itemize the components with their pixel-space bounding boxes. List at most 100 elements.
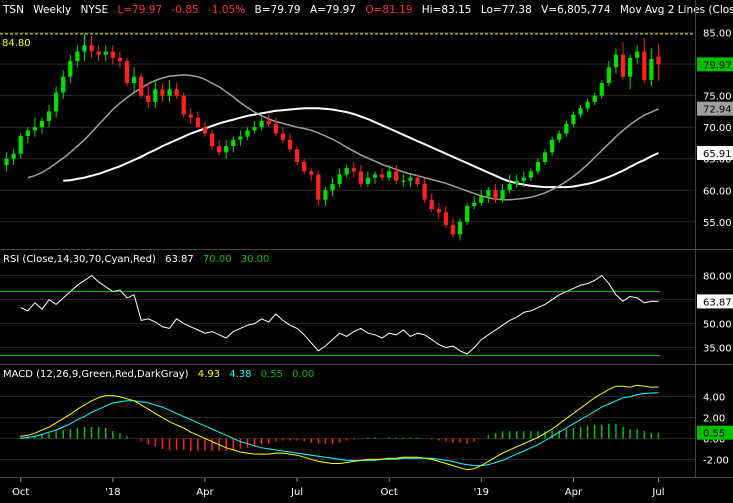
- rsi-tick-label: 50.00: [703, 320, 732, 331]
- x-tick-label: Oct: [12, 487, 29, 498]
- candle-body: [351, 168, 356, 172]
- candle-body: [167, 89, 172, 96]
- ma-40-tag: 65.91: [703, 149, 732, 160]
- candle-body: [124, 60, 130, 84]
- stock-chart: TSN Weekly NYSE L=79.97 -0.85 -1.05% B=7…: [0, 0, 733, 499]
- candle-body: [408, 177, 413, 181]
- candle-body: [387, 171, 392, 178]
- candle-body: [422, 183, 427, 200]
- price-tick-label: 60.00: [703, 186, 732, 197]
- candle-body: [89, 45, 94, 52]
- candle-body: [39, 120, 45, 128]
- candle-body: [415, 177, 420, 184]
- candle-body: [181, 95, 186, 115]
- x-tick-label: '19: [474, 487, 489, 498]
- candle-body: [82, 45, 87, 52]
- candle: [139, 73, 144, 99]
- rsi-oversold: 30.00: [241, 254, 270, 265]
- candle-body: [96, 51, 101, 55]
- rsi-current: 63.87: [165, 254, 194, 265]
- x-tick-label: '18: [105, 487, 120, 498]
- candle-body: [401, 180, 406, 182]
- ask-label: A=79.97: [310, 4, 356, 16]
- candle-body: [245, 130, 250, 137]
- candle-body: [68, 60, 73, 77]
- volume-label: V=6,805,774: [541, 4, 611, 16]
- candle-body: [252, 127, 257, 131]
- candle-body: [635, 51, 640, 58]
- candle-body: [557, 133, 562, 140]
- candle-body: [379, 174, 385, 178]
- rsi-value-labels: 63.87: [697, 294, 733, 309]
- candle-body: [337, 174, 342, 184]
- candle-body: [358, 171, 363, 184]
- high-line-label: 84.80: [2, 38, 31, 49]
- candle-body: [330, 183, 335, 191]
- exchange-label: NYSE: [81, 4, 109, 16]
- rsi-title: RSI (Close,14,30,70,Cyan,Red): [3, 254, 156, 265]
- candle-body: [585, 101, 590, 109]
- candle-body: [592, 95, 597, 102]
- candle-body: [139, 76, 144, 96]
- candle-body: [394, 171, 399, 181]
- candle-body: [457, 221, 463, 235]
- candle-body: [500, 190, 505, 200]
- x-tick-label: Jul: [290, 487, 303, 498]
- candle-body: [443, 212, 449, 225]
- price-tick-label: 85.00: [703, 29, 732, 40]
- candle-body: [259, 120, 264, 128]
- candle-body: [571, 114, 576, 125]
- candle-body: [372, 174, 378, 178]
- candle-body: [110, 51, 115, 58]
- rsi-tick-label: 35.00: [703, 344, 732, 355]
- zero-value: 0.00: [292, 369, 314, 380]
- histogram-value: 0.55: [261, 369, 283, 380]
- candle-body: [266, 120, 271, 125]
- candle-body: [465, 206, 470, 222]
- candle-body: [287, 139, 293, 150]
- candle-body: [146, 95, 151, 102]
- candle-body: [649, 59, 654, 80]
- candle-body: [209, 133, 215, 147]
- macd-tick-label: 4.00: [703, 393, 725, 404]
- macd-legend: MACD (12,26,9,Green,Red,DarkGray) 4.93 4…: [3, 369, 314, 380]
- candle-body: [202, 127, 208, 134]
- candle-body: [479, 196, 484, 203]
- candle-body: [153, 89, 158, 102]
- candle-body: [578, 108, 583, 115]
- candle-body: [486, 190, 491, 197]
- candle-body: [302, 161, 307, 172]
- candle-body: [542, 152, 548, 162]
- candle-body: [323, 190, 328, 200]
- price-tick-label: 70.00: [703, 123, 732, 134]
- candle-body: [365, 177, 371, 184]
- candle-body: [528, 171, 534, 178]
- candle-body: [131, 76, 137, 84]
- candle-body: [344, 168, 349, 175]
- x-tick-label: Apr: [565, 487, 583, 498]
- candle-body: [535, 161, 541, 172]
- price-tick-label: 75.00: [703, 92, 732, 103]
- candle-body: [54, 92, 59, 112]
- x-tick-label: Jul: [651, 487, 664, 498]
- candle-body: [11, 153, 16, 159]
- change-label: -0.85: [172, 4, 199, 16]
- x-tick-label: Oct: [381, 487, 398, 498]
- candle-body: [238, 136, 243, 140]
- candle-body: [103, 51, 108, 55]
- rsi-current-tag: 63.87: [703, 297, 732, 308]
- candle-body: [188, 114, 193, 118]
- last-price-tag: 79.97: [703, 60, 732, 71]
- candle-body: [294, 149, 300, 162]
- candle-body: [564, 124, 569, 134]
- macd-value: 4.93: [198, 369, 220, 380]
- macd-title: MACD (12,26,9,Green,Red,DarkGray): [3, 369, 189, 380]
- candle-body: [160, 89, 165, 96]
- signal-value: 4.38: [229, 369, 251, 380]
- candle-body: [436, 209, 441, 213]
- candle-body: [174, 89, 179, 96]
- bid-label: B=79.79: [255, 4, 301, 16]
- candle-body: [450, 224, 456, 235]
- candle-body: [25, 130, 30, 137]
- candle-body: [224, 146, 229, 153]
